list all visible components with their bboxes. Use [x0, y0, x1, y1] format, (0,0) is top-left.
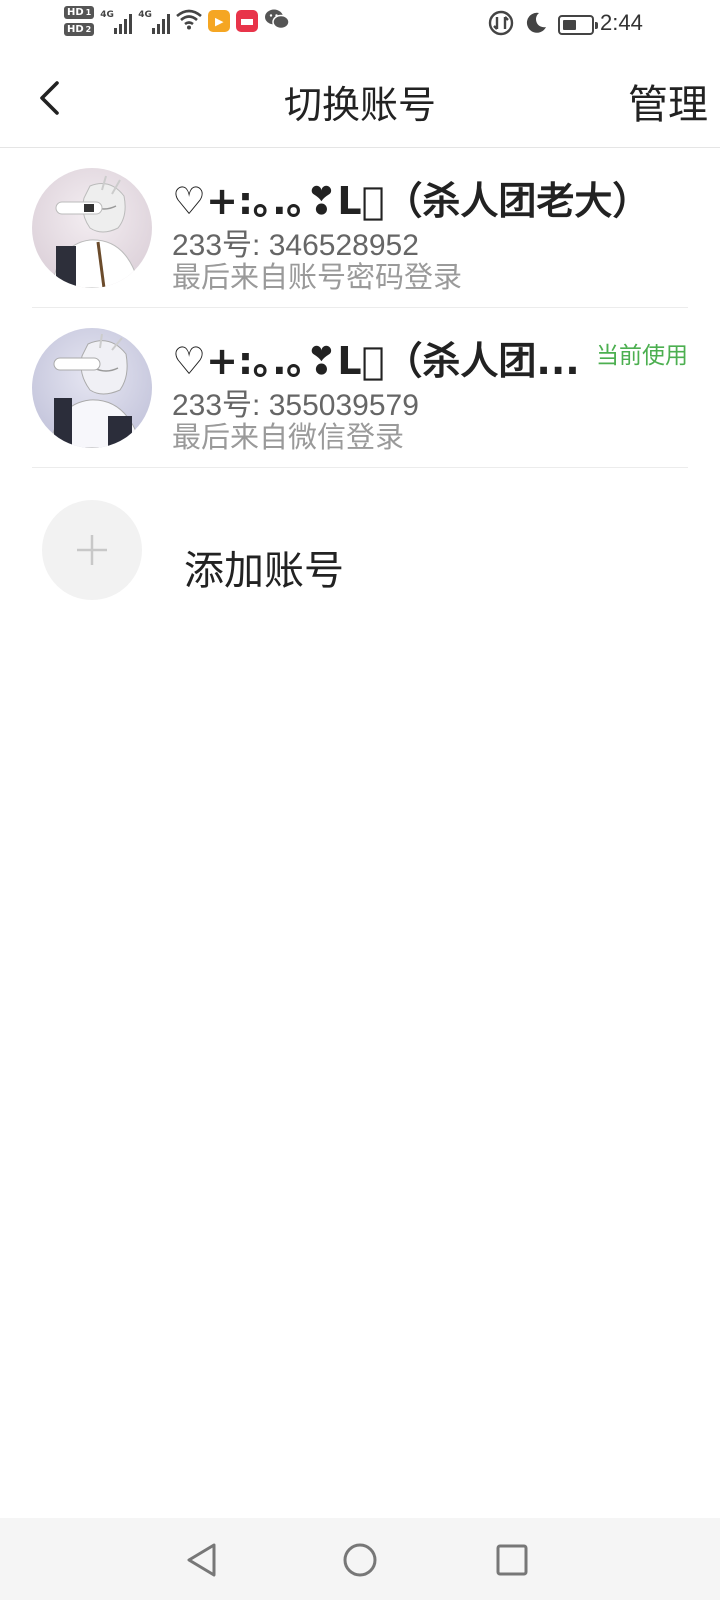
- current-account-badge: 当前使用: [596, 343, 688, 369]
- avatar: [32, 328, 152, 448]
- header: 切换账号 管理: [0, 48, 720, 148]
- plus-icon: [77, 535, 107, 565]
- account-item[interactable]: ♡+:｡.｡❣L⃝（杀人团... 233号: 355039579 最后来自微信登…: [32, 308, 688, 468]
- last-login-method: 最后来自账号密码登录: [172, 260, 463, 294]
- hd-icon: HD 1 HD 2: [64, 6, 95, 36]
- sim2-number: 2: [85, 25, 92, 34]
- wifi-icon: [176, 8, 203, 34]
- video-app-icon: ▶: [208, 10, 231, 32]
- circle-home-icon: [343, 1543, 377, 1577]
- battery-icon: [558, 15, 598, 35]
- sim2-label: HD: [67, 24, 84, 35]
- data-saver-icon: [488, 10, 514, 40]
- last-login-method: 最后来自微信登录: [172, 420, 405, 454]
- add-icon-circle: [42, 500, 142, 600]
- clock: 2:44: [600, 10, 643, 35]
- account-name: ♡+:｡.｡❣L⃝（杀人团...: [172, 339, 580, 383]
- status-bar: HD 1 HD 2 4G 4G ▶ 2:44: [0, 0, 720, 48]
- add-account-button[interactable]: 添加账号: [42, 500, 662, 602]
- account-item[interactable]: ♡+:｡.｡❣L⃝（杀人团老大） 233号: 346528952 最后来自账号密…: [32, 148, 688, 308]
- sim1-label: HD: [67, 7, 84, 18]
- system-nav-bar: [0, 1518, 720, 1600]
- moon-icon: [524, 11, 548, 39]
- square-recents-icon: [496, 1544, 528, 1576]
- nav-back-button[interactable]: [180, 1538, 224, 1582]
- signal-icon: 4G: [138, 8, 171, 34]
- shop-app-icon: [236, 10, 259, 32]
- wechat-icon: [264, 8, 290, 34]
- nav-recents-button[interactable]: [490, 1538, 534, 1582]
- page-title: 切换账号: [283, 83, 436, 127]
- avatar: [32, 168, 152, 288]
- nav-home-button[interactable]: [338, 1538, 382, 1582]
- triangle-back-icon: [187, 1543, 216, 1577]
- sim1-number: 1: [85, 8, 92, 17]
- signal-icon: 4G: [100, 8, 133, 34]
- network-type-2: 4G: [138, 10, 152, 20]
- manage-button[interactable]: 管理: [628, 72, 708, 130]
- add-account-label: 添加账号: [184, 548, 344, 594]
- network-type-1: 4G: [100, 10, 114, 20]
- account-name: ♡+:｡.｡❣L⃝（杀人团老大）: [172, 179, 651, 223]
